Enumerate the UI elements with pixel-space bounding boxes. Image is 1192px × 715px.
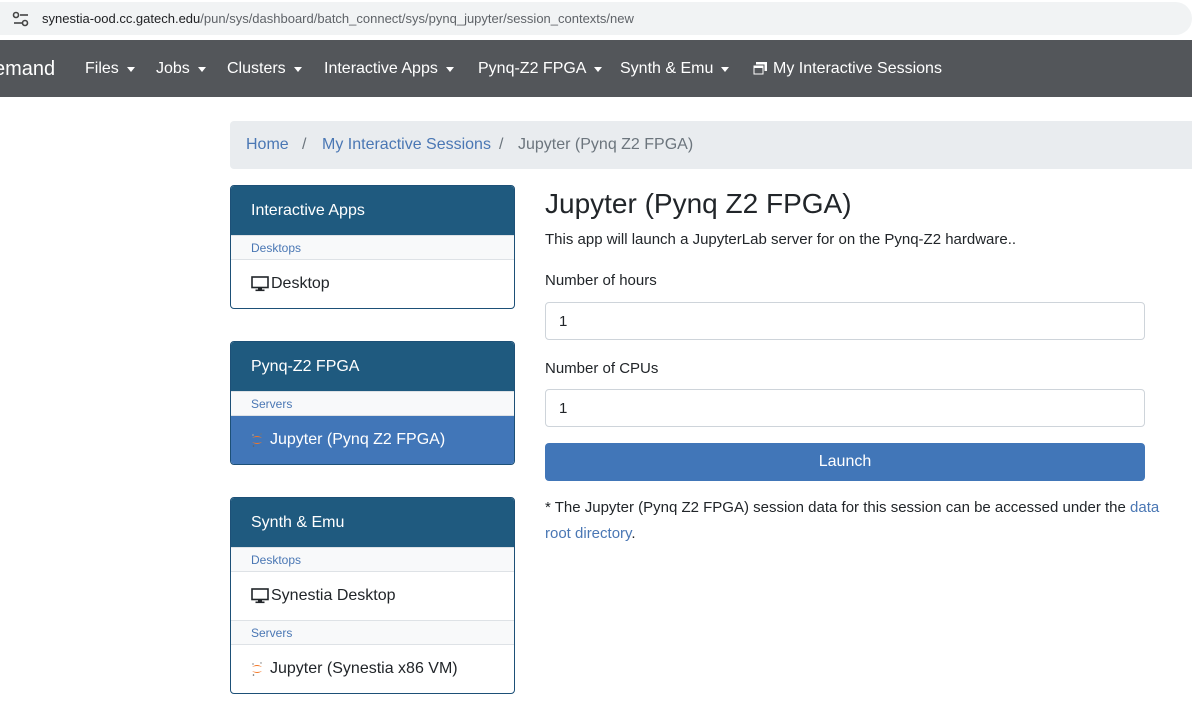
nav-label: Clusters — [227, 60, 286, 77]
note-text: * The Jupyter (Pynq Z2 FPGA) session dat… — [545, 499, 1126, 516]
note-end: . — [631, 525, 636, 542]
page-title: Jupyter (Pynq Z2 FPGA) — [545, 188, 852, 219]
url-text[interactable]: synestia-ood.cc.gatech.edu/pun/sys/dashb… — [42, 11, 634, 26]
breadcrumb-sessions-link[interactable]: My Interactive Sessions — [322, 136, 491, 154]
panel-pynq-z2-fpga: Pynq-Z2 FPGA Servers Jupyter (Pynq Z2 FP… — [230, 341, 515, 465]
caret-down-icon — [293, 67, 302, 72]
nav-label: Interactive Apps — [324, 60, 438, 77]
jupyter-icon — [252, 662, 262, 676]
launch-button[interactable]: Launch — [545, 443, 1145, 481]
app-item-label: Jupyter (Synestia x86 VM) — [270, 660, 458, 677]
breadcrumb-separator: / — [499, 136, 504, 153]
breadcrumb-current: Jupyter (Pynq Z2 FPGA) — [518, 136, 694, 153]
caret-down-icon — [445, 67, 454, 72]
breadcrumb-separator: / — [302, 136, 307, 153]
browser-address-bar: synestia-ood.cc.gatech.edu/pun/sys/dashb… — [0, 0, 1192, 40]
caret-down-icon — [197, 67, 206, 72]
navbar-brand[interactable]: emand — [0, 58, 55, 81]
monitor-icon — [251, 276, 269, 292]
panel-title: Interactive Apps — [231, 186, 514, 235]
app-item-label: Desktop — [271, 275, 330, 292]
top-navbar: emand Files Jobs Clusters Interactive Ap… — [0, 40, 1192, 97]
caret-down-icon — [594, 67, 603, 72]
nav-jobs-dropdown[interactable]: Jobs — [156, 60, 206, 78]
jupyter-icon — [252, 433, 262, 447]
monitor-icon — [251, 588, 269, 604]
app-item-label: Synestia Desktop — [271, 587, 396, 604]
nav-label: Jobs — [156, 60, 190, 77]
app-item-jupyter-pynq[interactable]: Jupyter (Pynq Z2 FPGA) — [231, 416, 514, 464]
nav-label: Files — [85, 60, 119, 77]
panel-interactive-apps: Interactive Apps Desktops Desktop — [230, 185, 515, 309]
nav-synth-emu-dropdown[interactable]: Synth & Emu — [620, 60, 730, 78]
hours-input[interactable] — [545, 302, 1145, 340]
nav-clusters-dropdown[interactable]: Clusters — [227, 60, 302, 78]
nav-my-sessions[interactable]: My Interactive Sessions — [752, 60, 942, 78]
cpus-label: Number of CPUs — [545, 360, 659, 377]
panel-category: Servers — [231, 620, 514, 645]
nav-interactive-apps-dropdown[interactable]: Interactive Apps — [324, 60, 454, 78]
breadcrumb: Home / My Interactive Sessions / Jupyter… — [230, 121, 1192, 169]
app-item-label: Jupyter (Pynq Z2 FPGA) — [270, 431, 446, 448]
url-path: /pun/sys/dashboard/batch_connect/sys/pyn… — [200, 11, 634, 26]
hours-label: Number of hours — [545, 272, 657, 289]
app-description: This app will launch a JupyterLab server… — [545, 231, 1017, 248]
url-field[interactable]: synestia-ood.cc.gatech.edu/pun/sys/dashb… — [0, 2, 1192, 35]
panel-title: Pynq-Z2 FPGA — [231, 342, 514, 391]
panel-category: Desktops — [231, 547, 514, 572]
breadcrumb-home-link[interactable]: Home — [246, 136, 289, 154]
site-settings-icon[interactable] — [12, 11, 30, 27]
panel-category: Desktops — [231, 235, 514, 260]
caret-down-icon — [721, 67, 730, 72]
app-item-synestia-desktop[interactable]: Synestia Desktop — [231, 572, 514, 620]
session-data-note: * The Jupyter (Pynq Z2 FPGA) session dat… — [545, 495, 1165, 547]
app-item-desktop[interactable]: Desktop — [231, 260, 514, 308]
panel-synth-emu: Synth & Emu Desktops Synestia Desktop Se… — [230, 497, 515, 694]
nav-pynq-dropdown[interactable]: Pynq-Z2 FPGA — [478, 60, 603, 78]
nav-label: My Interactive Sessions — [773, 60, 942, 77]
app-item-jupyter-synestia[interactable]: Jupyter (Synestia x86 VM) — [231, 645, 514, 693]
nav-files-dropdown[interactable]: Files — [85, 60, 135, 78]
panel-category: Servers — [231, 391, 514, 416]
cpus-input[interactable] — [545, 389, 1145, 427]
caret-down-icon — [126, 67, 135, 72]
sessions-icon — [752, 62, 767, 76]
nav-label: Pynq-Z2 FPGA — [478, 60, 587, 77]
panel-title: Synth & Emu — [231, 498, 514, 547]
url-host: synestia-ood.cc.gatech.edu — [42, 11, 201, 26]
nav-label: Synth & Emu — [620, 60, 714, 77]
